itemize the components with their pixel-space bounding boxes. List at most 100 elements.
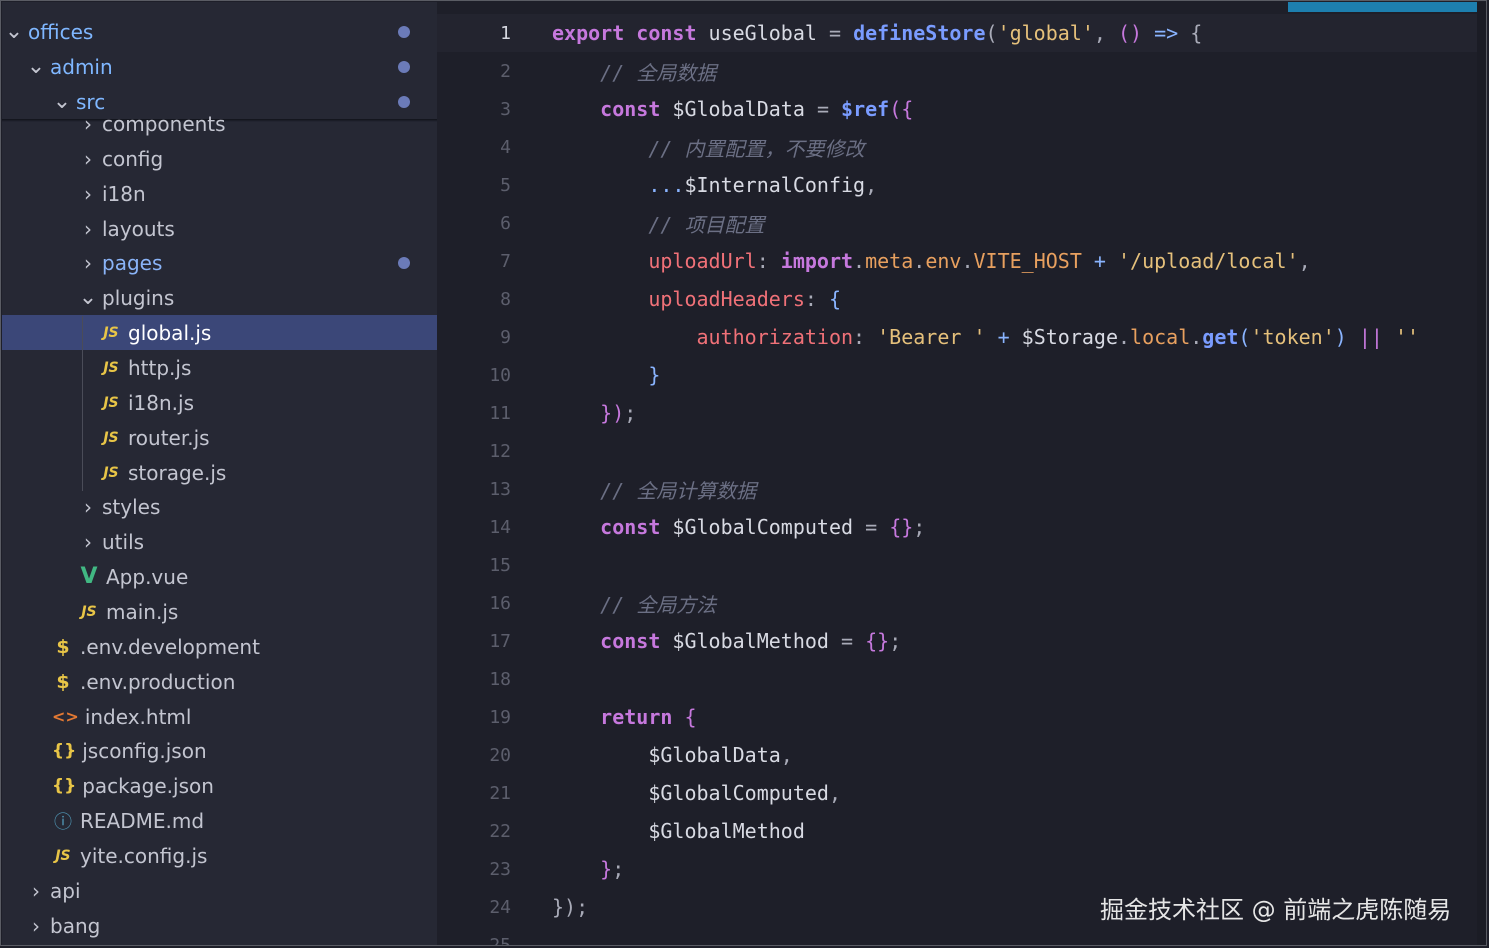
code-line[interactable]: 22 $GlobalMethod [437,812,1477,850]
chevron-right-icon[interactable]: › [78,495,98,519]
code-line[interactable]: 17 const $GlobalMethod = {}; [437,622,1477,660]
code-token: authorization [696,325,854,349]
explorer-item-offices[interactable]: ⌄ offices [2,14,437,49]
file-explorer: ⌄ offices ⌄ admin ⌄ src › components › config › i18… [2,2,437,945]
explorer-item-label: plugins [102,285,175,310]
code-line[interactable]: 13 // 全局计算数据 [437,470,1477,508]
explorer-item-label: README.md [80,808,205,833]
chevron-right-icon[interactable]: › [78,147,98,171]
modified-dot-icon [398,257,410,269]
chevron-right-icon[interactable]: › [26,914,46,938]
chevron-right-icon[interactable]: › [78,530,98,554]
explorer-item-bang[interactable]: › bang [2,908,437,943]
line-number: 9 [500,326,511,348]
js-file-icon: JS [103,324,119,341]
code-line[interactable]: 6 // 项目配置 [437,204,1477,242]
chevron-right-icon[interactable]: › [26,879,46,903]
explorer-item-jsconfig-json[interactable]: {} jsconfig.json [2,733,437,768]
code-line[interactable]: 5 ...$InternalConfig, [437,166,1477,204]
code-line[interactable]: 3 const $GlobalData = $ref({ [437,90,1477,128]
explorer-item-index-html[interactable]: <> index.html [2,699,437,734]
explorer-item-package-json[interactable]: {} package.json [2,768,437,803]
code-line[interactable]: 7 uploadUrl: import.meta.env.VITE_HOST +… [437,242,1477,280]
code-token: . [1190,325,1203,349]
explorer-item-pages[interactable]: › pages [2,245,437,280]
code-editor[interactable]: 1 export const useGlobal = defineStore('g… [437,2,1486,946]
chevron-down-icon[interactable]: ⌄ [4,20,24,42]
code-line[interactable]: 16 // 全局方法 [437,584,1477,622]
chevron-right-icon[interactable]: › [78,251,98,275]
code-line[interactable]: 10 } [437,356,1477,394]
code-text: // 内置配置，不要修改 [552,133,864,162]
line-number: 7 [500,250,511,272]
chevron-right-icon[interactable]: › [78,217,98,241]
explorer-item-label: main.js [106,599,179,624]
line-number: 4 [500,136,511,158]
chevron-right-icon[interactable]: › [78,182,98,206]
vertical-scroll-track[interactable] [1477,2,1486,945]
explorer-item-admin[interactable]: ⌄ admin [2,49,437,84]
chevron-down-icon[interactable]: ⌄ [78,286,98,308]
chevron-right-icon[interactable]: › [78,112,98,136]
code-line[interactable]: 18 [437,660,1477,698]
chevron-down-icon[interactable]: ⌄ [26,55,46,77]
code-line[interactable]: 11 }); [437,394,1477,432]
explorer-item-readme-md[interactable]: ⓘ README.md [2,803,437,838]
explorer-item-utils[interactable]: › utils [2,524,437,559]
code-line[interactable]: 4 // 内置配置，不要修改 [437,128,1477,166]
explorer-item-router-js[interactable]: JS router.js [2,420,437,455]
explorer-item-config[interactable]: › config [2,141,437,176]
code-line[interactable]: 25 [437,926,1477,946]
code-line[interactable]: 20 $GlobalData, [437,736,1477,774]
code-line[interactable]: 12 [437,432,1477,470]
code-line[interactable]: 23 }; [437,850,1477,888]
explorer-item-label: .env.development [80,634,260,659]
code-text: // 全局数据 [552,57,716,86]
modified-dot-icon [398,61,410,73]
horizontal-scroll-thumb[interactable] [1288,2,1477,12]
code-token: return [600,705,673,729]
explorer-item-app-vue[interactable]: V App.vue [2,559,437,594]
explorer-item-yite-config-js[interactable]: JS yite.config.js [2,838,437,873]
explorer-item-env-development[interactable]: $ .env.development [2,629,437,664]
explorer-item-api[interactable]: › api [2,873,437,908]
code-token: // 内置配置，不要修改 [648,136,865,161]
explorer-item-styles[interactable]: › styles [2,489,437,524]
code-line[interactable]: 1 export const useGlobal = defineStore('g… [437,14,1477,52]
line-number: 24 [489,896,511,918]
code-line[interactable]: 14 const $GlobalComputed = {}; [437,508,1477,546]
explorer-item-layouts[interactable]: › layouts [2,211,437,246]
code-line[interactable]: 15 [437,546,1477,584]
explorer-item-plugins[interactable]: ⌄ plugins [2,280,437,315]
line-number: 14 [489,516,511,538]
code-token: ; [913,515,926,539]
code-token: uploadHeaders [648,287,805,311]
code-text: export const useGlobal = defineStore('gl… [552,21,1202,45]
explorer-item-storage-js[interactable]: JS storage.js [2,455,437,490]
explorer-item-env-production[interactable]: $ .env.production [2,664,437,699]
explorer-item-global-js[interactable]: JS global.js [2,315,437,350]
explorer-item-main-js[interactable]: JS main.js [2,594,437,629]
explorer-item-components[interactable]: › components [2,106,437,141]
explorer-item-label: offices [28,19,94,44]
code-line[interactable]: 21 $GlobalComputed, [437,774,1477,812]
explorer-item-http-js[interactable]: JS http.js [2,350,437,385]
code-token: 'Bearer ' [877,325,986,349]
explorer-item-i18n[interactable]: › i18n [2,176,437,211]
code-line[interactable]: 8 uploadHeaders: { [437,280,1477,318]
code-line[interactable]: 2 // 全局数据 [437,52,1477,90]
code-token: get [1202,325,1239,349]
code-line[interactable]: 9 authorization: 'Bearer ' + $Storage.lo… [437,318,1477,356]
explorer-item-label: i18n.js [128,390,195,415]
explorer-item-label: config [102,146,164,171]
code-line[interactable]: 19 return { [437,698,1477,736]
code-token: . [913,249,926,273]
code-token: ({ [889,97,914,121]
explorer-item-i18n-js[interactable]: JS i18n.js [2,385,437,420]
